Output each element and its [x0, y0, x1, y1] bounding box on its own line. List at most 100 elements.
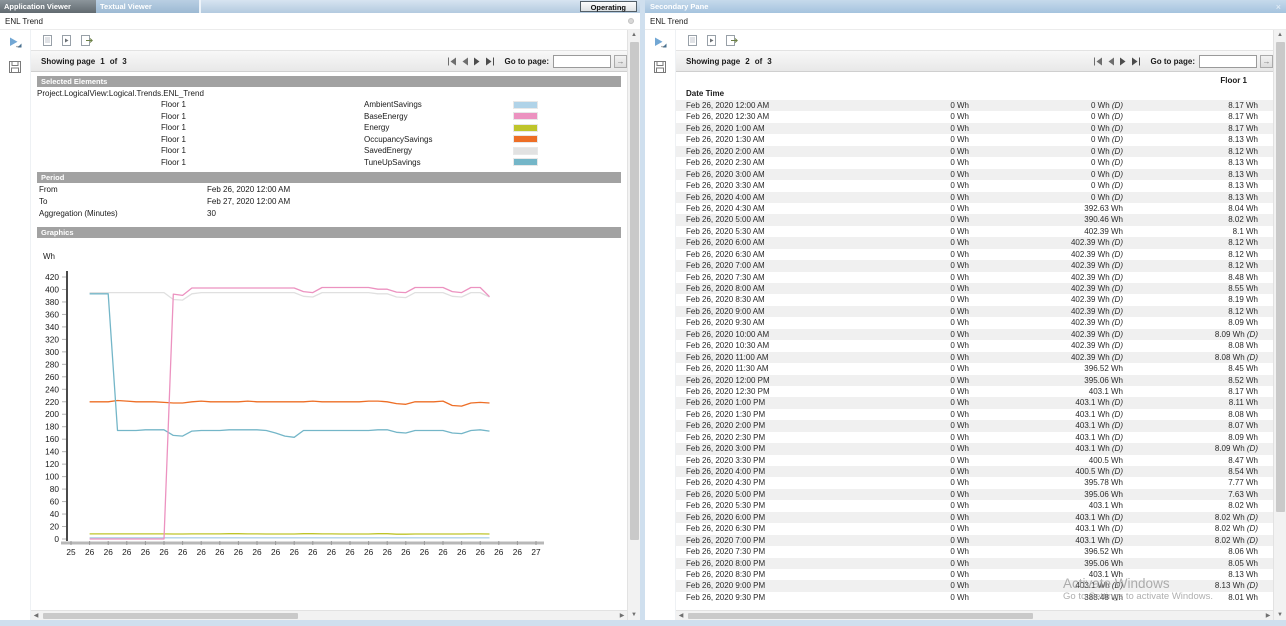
table-cell: 0 Wh: [836, 432, 969, 443]
period-row: To Feb 27, 2020 12:00 AM: [31, 195, 627, 207]
table-cell: Feb 26, 2020 12:00 PM: [686, 375, 836, 386]
prev-page-button[interactable]: [1107, 57, 1115, 66]
scroll-down-icon[interactable]: ▼: [1274, 610, 1286, 620]
svg-text:420: 420: [45, 272, 59, 282]
table-cell: 0 Wh (D): [969, 157, 1123, 168]
table-cell: 8.08 Wh: [1123, 340, 1258, 351]
close-icon[interactable]: ×: [1276, 2, 1286, 12]
table-cell: 400.5 Wh: [969, 455, 1123, 466]
table-row: Feb 26, 2020 9:30 AM0 Wh402.39 Wh (D)8.0…: [676, 317, 1273, 328]
next-page-button[interactable]: [1119, 57, 1127, 66]
table-cell: 8.17 Wh: [1123, 123, 1258, 134]
svg-text:26: 26: [271, 547, 281, 557]
table-row: Feb 26, 2020 1:00 AM0 Wh0 Wh (D)8.17 Wh: [676, 123, 1273, 134]
svg-text:260: 260: [45, 372, 59, 382]
legend-series-name: Energy: [364, 123, 513, 132]
save-icon[interactable]: [9, 60, 21, 78]
first-page-button[interactable]: [447, 57, 457, 66]
scrollbar-thumb[interactable]: [630, 42, 639, 540]
table-cell: 0 Wh: [836, 317, 969, 328]
table-cell: Feb 26, 2020 7:00 PM: [686, 535, 836, 546]
report-toolbar: [31, 30, 627, 51]
last-page-button[interactable]: [485, 57, 495, 66]
table-cell: Feb 26, 2020 5:00 AM: [686, 214, 836, 225]
table-cell: 8.05 Wh: [1123, 558, 1258, 569]
left-horizontal-scrollbar[interactable]: ◀ ▶: [31, 610, 627, 620]
next-page-button[interactable]: [473, 57, 481, 66]
svg-text:40: 40: [50, 509, 60, 519]
table-cell: 0 Wh: [836, 409, 969, 420]
tab-strip-spacer: [200, 0, 580, 13]
scroll-right-icon[interactable]: ▶: [617, 612, 627, 619]
table-row: Feb 26, 2020 3:00 AM0 Wh0 Wh (D)8.13 Wh: [676, 169, 1273, 180]
run-report-icon[interactable]: [653, 35, 667, 53]
section-header-graphics: Graphics: [37, 227, 621, 238]
report-page-icon[interactable]: [43, 35, 52, 46]
scroll-right-icon[interactable]: ▶: [1263, 612, 1273, 619]
tab-application-viewer[interactable]: Application Viewer: [0, 0, 96, 13]
svg-text:60: 60: [50, 497, 60, 507]
right-gutter: [645, 30, 675, 620]
run-report-icon[interactable]: [8, 35, 22, 53]
scroll-up-icon[interactable]: ▲: [628, 30, 640, 40]
table-cell: 0 Wh: [836, 123, 969, 134]
operating-mode-button[interactable]: Operating: [580, 1, 637, 12]
table-cell: 0 Wh: [836, 111, 969, 122]
prev-page-button[interactable]: [461, 57, 469, 66]
svg-text:320: 320: [45, 334, 59, 344]
scrollbar-thumb[interactable]: [688, 613, 1033, 619]
table-cell: 8.09 Wh: [1123, 317, 1258, 328]
table-cell: 0 Wh: [836, 592, 969, 603]
table-cell: 0 Wh: [836, 134, 969, 145]
table-cell: 8.13 Wh: [1123, 134, 1258, 145]
table-row: Feb 26, 2020 5:00 PM0 Wh395.06 Wh7.63 Wh: [676, 489, 1273, 500]
report-export-icon[interactable]: [81, 35, 93, 46]
report-run-icon[interactable]: [707, 35, 716, 46]
goto-page-button[interactable]: →: [614, 55, 627, 68]
table-cell: 403.1 Wh: [969, 500, 1123, 511]
first-page-button[interactable]: [1093, 57, 1103, 66]
goto-page-button[interactable]: →: [1260, 55, 1273, 68]
table-cell: 402.39 Wh (D): [969, 306, 1123, 317]
right-horizontal-scrollbar[interactable]: ◀ ▶: [676, 610, 1273, 620]
table-row: Feb 26, 2020 12:00 PM0 Wh395.06 Wh8.52 W…: [676, 375, 1273, 386]
last-page-button[interactable]: [1131, 57, 1141, 66]
table-row: Feb 26, 2020 12:00 AM0 Wh0 Wh (D)8.17 Wh: [676, 100, 1273, 111]
scrollbar-thumb[interactable]: [1276, 42, 1285, 512]
goto-page-input[interactable]: [1199, 55, 1257, 68]
report-export-icon[interactable]: [726, 35, 738, 46]
scroll-left-icon[interactable]: ◀: [676, 612, 686, 619]
left-vertical-scrollbar[interactable]: ▲ ▼: [627, 30, 640, 620]
table-cell: Feb 26, 2020 2:00 AM: [686, 146, 836, 157]
table-cell: 8.12 Wh: [1123, 249, 1258, 260]
scroll-up-icon[interactable]: ▲: [1274, 30, 1286, 40]
period-label: From: [39, 185, 207, 194]
table-cell: 402.39 Wh (D): [969, 249, 1123, 260]
table-row: Feb 26, 2020 7:00 PM0 Wh403.1 Wh (D)8.02…: [676, 535, 1273, 546]
table-cell: 396.52 Wh: [969, 546, 1123, 557]
table-cell: Feb 26, 2020 3:00 PM: [686, 443, 836, 454]
scroll-left-icon[interactable]: ◀: [31, 612, 41, 619]
tab-textual-viewer[interactable]: Textual Viewer: [96, 0, 200, 13]
scroll-down-icon[interactable]: ▼: [628, 610, 640, 620]
report-page-icon[interactable]: [688, 35, 697, 46]
table-cell: 0 Wh: [836, 283, 969, 294]
goto-page-input[interactable]: [553, 55, 611, 68]
table-cell: Feb 26, 2020 1:30 AM: [686, 134, 836, 145]
legend-row: Floor 1BaseEnergy: [31, 111, 627, 123]
table-cell: 0 Wh: [836, 294, 969, 305]
table-cell: 402.39 Wh (D): [969, 272, 1123, 283]
scrollbar-thumb[interactable]: [43, 613, 298, 619]
svg-text:26: 26: [178, 547, 188, 557]
right-vertical-scrollbar[interactable]: ▲ ▼: [1273, 30, 1286, 620]
chart-series-OccupancySavings: [90, 401, 490, 407]
svg-text:380: 380: [45, 297, 59, 307]
window-bottom-strip: [0, 620, 1286, 626]
save-icon[interactable]: [654, 60, 666, 78]
table-cell: 403.1 Wh (D): [969, 397, 1123, 408]
table-cell: Feb 26, 2020 8:00 AM: [686, 283, 836, 294]
table-row: Feb 26, 2020 8:00 PM0 Wh395.06 Wh8.05 Wh: [676, 558, 1273, 569]
table-cell: 0 Wh (D): [969, 192, 1123, 203]
table-cell: Feb 26, 2020 9:30 PM: [686, 592, 836, 603]
report-run-icon[interactable]: [62, 35, 71, 46]
